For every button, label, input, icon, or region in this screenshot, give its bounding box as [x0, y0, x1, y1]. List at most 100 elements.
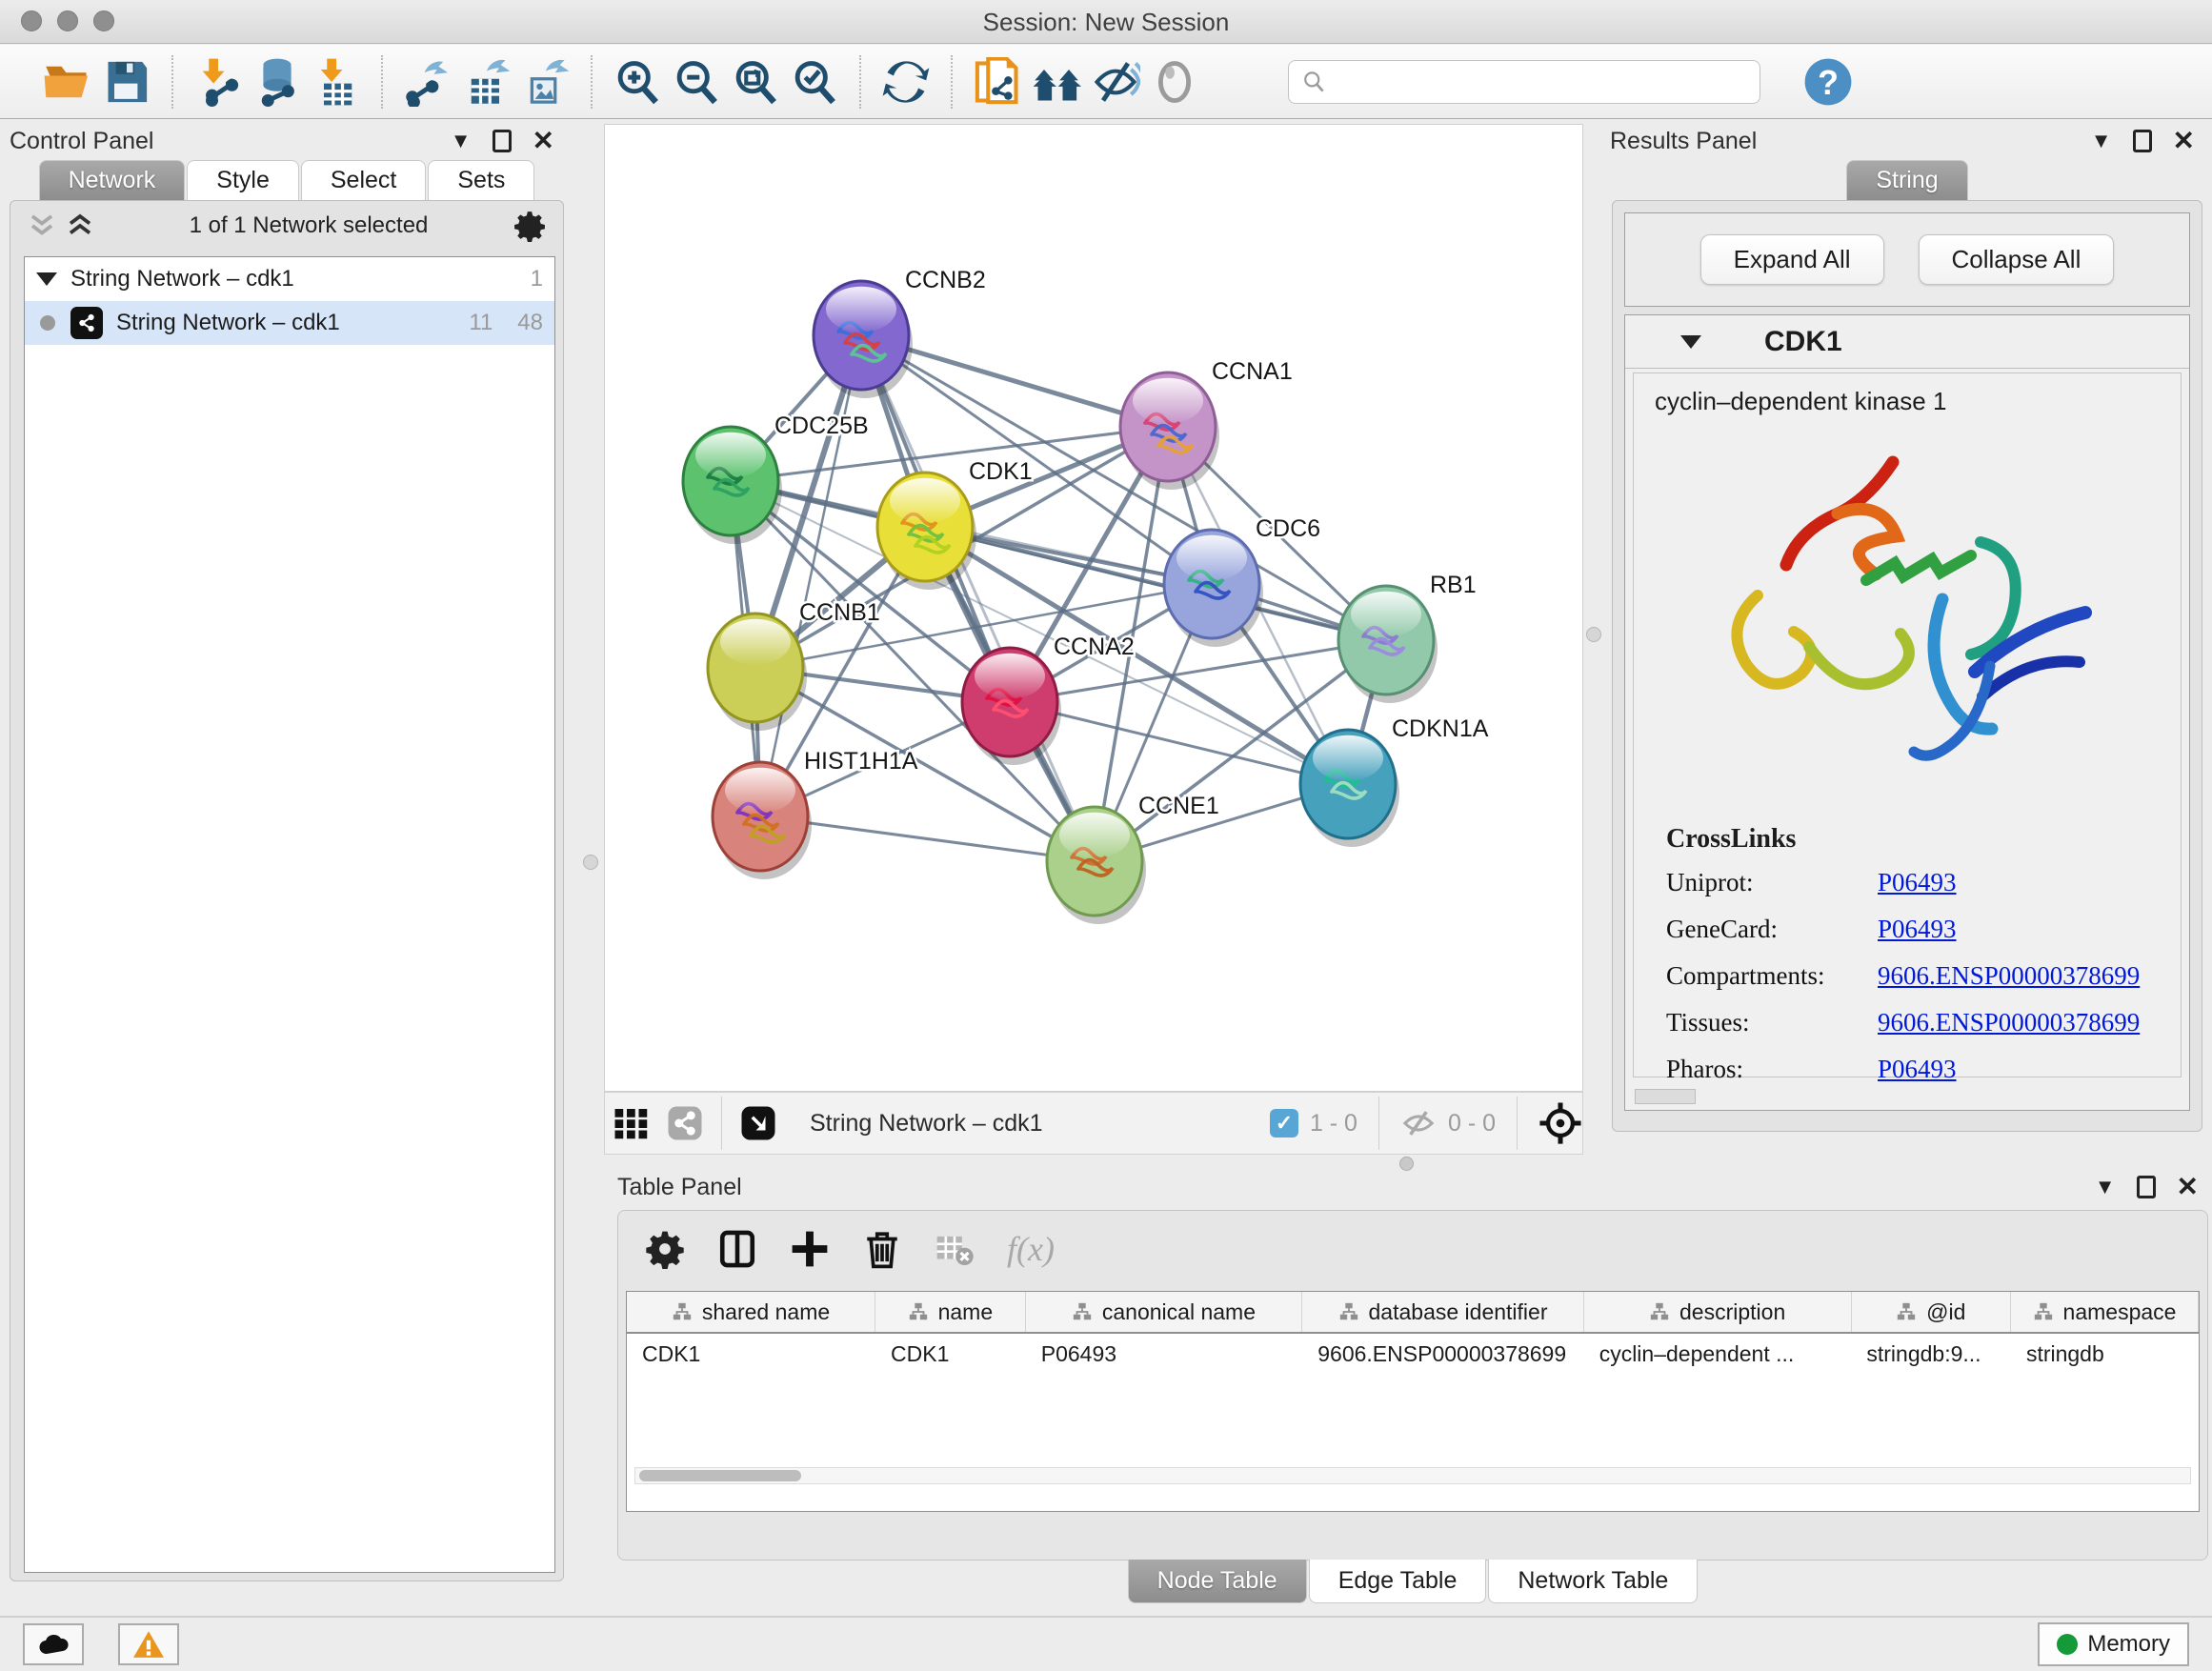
crosslink-label: GeneCard: [1666, 915, 1878, 944]
left-splitter-handle[interactable] [583, 855, 598, 870]
import-table-icon[interactable] [307, 52, 366, 111]
column-header[interactable]: database identifier [1302, 1292, 1584, 1332]
delete-column-trash-icon[interactable] [862, 1229, 902, 1269]
results-scrollbar[interactable] [1635, 1089, 1696, 1104]
table-panel-close-icon[interactable]: ✕ [2177, 1174, 2199, 1200]
column-header[interactable]: description [1584, 1292, 1852, 1332]
birdseye-grid-icon[interactable] [605, 1097, 658, 1150]
node-ccnb1[interactable]: CCNB1 [708, 599, 880, 731]
open-session-icon[interactable] [38, 52, 97, 111]
results-panel-close-icon[interactable]: ✕ [2173, 128, 2195, 154]
protein-structure-image [1634, 426, 2181, 807]
control-panel-menu-icon[interactable]: ▼ [451, 131, 472, 151]
table-panel-float-icon[interactable] [2137, 1176, 2156, 1198]
gene-card-header[interactable]: CDK1 [1625, 315, 2189, 369]
export-network-icon[interactable] [398, 52, 457, 111]
control-panel-float-icon[interactable] [493, 130, 512, 152]
selected-checkbox-icon[interactable]: ✓ [1270, 1109, 1298, 1137]
node-cdc6[interactable]: CDC6 [1164, 515, 1320, 647]
presentation-eye-icon[interactable] [1145, 52, 1204, 111]
column-header[interactable]: @id [1852, 1292, 2011, 1332]
share-document-icon[interactable] [968, 52, 1027, 111]
save-session-icon[interactable] [97, 52, 156, 111]
compartments-link[interactable]: 9606.ENSP00000378699 [1878, 961, 2140, 991]
table-horizontal-scrollbar[interactable] [634, 1467, 2191, 1484]
scrollbar-thumb[interactable] [639, 1470, 801, 1481]
column-header[interactable]: name [875, 1292, 1026, 1332]
collapse-all-networks-icon[interactable] [28, 213, 56, 238]
tab-sets[interactable]: Sets [428, 160, 534, 200]
help-icon[interactable]: ? [1799, 52, 1858, 111]
node-hist1h1a[interactable]: HIST1H1A [713, 748, 918, 879]
network-graph[interactable]: CCNB2 CCNA1 CDC25B CDK1 CDC6RB1 CCNB1 CCNA2 CDK… [605, 125, 1582, 1091]
tab-select[interactable]: Select [301, 160, 426, 200]
node-ccna1[interactable]: CCNA1 [1120, 358, 1293, 490]
tab-style[interactable]: Style [187, 160, 299, 200]
warnings-button[interactable] [118, 1623, 179, 1665]
hide-unhide-icon[interactable] [1086, 52, 1145, 111]
genecard-link[interactable]: P06493 [1878, 915, 1957, 944]
warning-icon [132, 1630, 165, 1659]
network-row-selected[interactable]: String Network – cdk1 11 48 [25, 301, 554, 345]
node-rb1[interactable]: RB1 [1338, 572, 1477, 703]
open-in-window-icon[interactable] [732, 1097, 785, 1150]
node-cdc25b[interactable]: CDC25B [683, 413, 869, 544]
search-input[interactable] [1288, 60, 1760, 104]
gene-expand-icon[interactable] [1680, 335, 1701, 349]
node-ccna2[interactable]: CCNA2 [962, 634, 1135, 765]
control-panel-close-icon[interactable]: ✕ [533, 128, 554, 154]
column-header[interactable]: namespace [2011, 1292, 2199, 1332]
refresh-icon[interactable] [876, 52, 935, 111]
node-cdk1[interactable]: CDK1 [877, 458, 1033, 590]
uniprot-link[interactable]: P06493 [1878, 868, 1957, 897]
zoom-selected-icon[interactable] [785, 52, 844, 111]
show-columns-icon[interactable] [717, 1229, 757, 1269]
memory-button[interactable]: Memory [2038, 1622, 2189, 1666]
window-title: Session: New Session [0, 8, 2212, 37]
crosslink-label: Tissues: [1666, 1008, 1878, 1037]
node-table-header: shared name name canonical name database… [627, 1292, 2199, 1334]
network-collection-row[interactable]: String Network – cdk1 1 [25, 257, 554, 301]
column-header[interactable]: canonical name [1026, 1292, 1303, 1332]
import-network-database-icon[interactable] [248, 52, 307, 111]
toolbar-separator [859, 55, 861, 109]
svg-text:CDK1: CDK1 [969, 458, 1033, 485]
crosslinks-section: CrossLinks Uniprot:P06493 GeneCard:P0649… [1634, 824, 2181, 1084]
cloud-button[interactable] [23, 1623, 84, 1665]
results-panel-menu-icon[interactable]: ▼ [2091, 131, 2112, 151]
tab-network-table[interactable]: Network Table [1488, 1560, 1698, 1603]
network-options-gear-icon[interactable] [513, 210, 546, 242]
export-table-icon[interactable] [457, 52, 516, 111]
zoom-in-icon[interactable] [608, 52, 667, 111]
export-image-icon[interactable] [516, 52, 575, 111]
table-options-gear-icon[interactable] [645, 1229, 685, 1269]
column-header[interactable]: shared name [627, 1292, 875, 1332]
zoom-out-icon[interactable] [667, 52, 726, 111]
tissues-link[interactable]: 9606.ENSP00000378699 [1878, 1008, 2140, 1037]
tab-string[interactable]: String [1846, 160, 1967, 200]
right-splitter-handle[interactable] [1586, 627, 1601, 642]
collection-expand-icon[interactable] [36, 272, 57, 286]
string-home-icon[interactable] [1027, 52, 1086, 111]
tab-edge-table[interactable]: Edge Table [1309, 1560, 1487, 1603]
collapse-all-button[interactable]: Collapse All [1919, 234, 2115, 285]
svg-text:CDKN1A: CDKN1A [1392, 715, 1489, 742]
results-panel-float-icon[interactable] [2133, 130, 2152, 152]
node-ccne1[interactable]: CCNE1 [1047, 793, 1219, 924]
tab-network[interactable]: Network [39, 160, 186, 200]
node-cdkn1a[interactable]: CDKN1A [1300, 715, 1489, 847]
table-row[interactable]: CDK1 CDK1 P06493 9606.ENSP00000378699 cy… [627, 1334, 2199, 1376]
network-canvas[interactable]: CCNB2 CCNA1 CDC25B CDK1 CDC6RB1 CCNB1 CCNA2 CDK… [604, 124, 1583, 1092]
table-panel-menu-icon[interactable]: ▼ [2095, 1177, 2116, 1198]
node-ccnb2[interactable]: CCNB2 [814, 267, 986, 398]
expand-all-button[interactable]: Expand All [1700, 234, 1884, 285]
create-column-plus-icon[interactable] [790, 1229, 830, 1269]
pharos-link[interactable]: P06493 [1878, 1055, 1957, 1084]
table-tabs: Node Table Edge Table Network Table [618, 1560, 2207, 1603]
import-network-icon[interactable] [189, 52, 248, 111]
expand-all-networks-icon[interactable] [66, 213, 94, 238]
crosshair-icon[interactable] [1538, 1101, 1582, 1145]
network-share-icon[interactable] [658, 1097, 712, 1150]
tab-node-table[interactable]: Node Table [1128, 1560, 1307, 1603]
zoom-fit-icon[interactable] [726, 52, 785, 111]
